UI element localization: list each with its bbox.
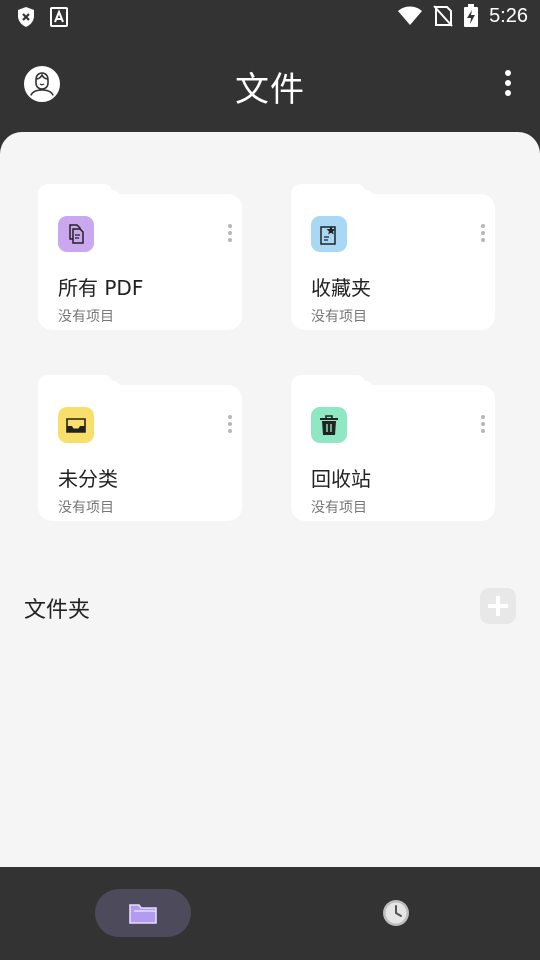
- card-menu-button[interactable]: [479, 415, 487, 435]
- more-menu-button[interactable]: [498, 70, 518, 100]
- trash-icon: [311, 407, 347, 443]
- inbox-tray-icon: [58, 407, 94, 443]
- nav-recent-tab[interactable]: [381, 898, 411, 928]
- nav-files-tab[interactable]: [95, 889, 191, 937]
- status-time: 5:26: [489, 4, 528, 27]
- add-folder-button[interactable]: [480, 588, 516, 624]
- more-vertical-icon: [505, 70, 511, 76]
- page-title: 文件: [235, 70, 305, 110]
- card-menu-button[interactable]: [226, 415, 234, 435]
- card-title: 回收站: [311, 467, 371, 491]
- card-menu-button[interactable]: [226, 224, 234, 244]
- a-font-icon: [50, 7, 68, 27]
- card-menu-button[interactable]: [479, 224, 487, 244]
- card-title: 收藏夹: [311, 276, 371, 300]
- pdf-documents-icon: [58, 216, 94, 252]
- no-sim-icon: [433, 5, 453, 27]
- card-uncategorized[interactable]: 未分类 没有项目: [38, 375, 242, 521]
- bottom-navigation: [0, 867, 540, 960]
- clock-icon: [383, 900, 409, 926]
- card-recycle-bin[interactable]: 回收站 没有项目: [291, 375, 495, 521]
- card-subtitle: 没有项目: [58, 309, 114, 325]
- wifi-icon: [398, 6, 423, 25]
- folder-icon: [129, 904, 157, 924]
- card-subtitle: 没有项目: [311, 500, 367, 516]
- card-subtitle: 没有项目: [58, 500, 114, 516]
- favorite-document-icon: [311, 216, 347, 252]
- status-bar: 5:26: [0, 0, 540, 36]
- battery-charging-icon: [464, 4, 479, 27]
- folders-section-title: 文件夹: [24, 598, 91, 623]
- content-area: 所有 PDF 没有项目 收藏夹 没有项目 未分类 没有项目 回收站 没有项目 文…: [0, 132, 540, 867]
- app-header: 文件: [0, 36, 540, 132]
- shield-x-icon: [18, 7, 34, 27]
- card-subtitle: 没有项目: [311, 309, 367, 325]
- card-favorites[interactable]: 收藏夹 没有项目: [291, 184, 495, 330]
- card-title: 未分类: [58, 467, 118, 491]
- card-all-pdf[interactable]: 所有 PDF 没有项目: [38, 184, 242, 330]
- card-title: 所有 PDF: [58, 276, 144, 300]
